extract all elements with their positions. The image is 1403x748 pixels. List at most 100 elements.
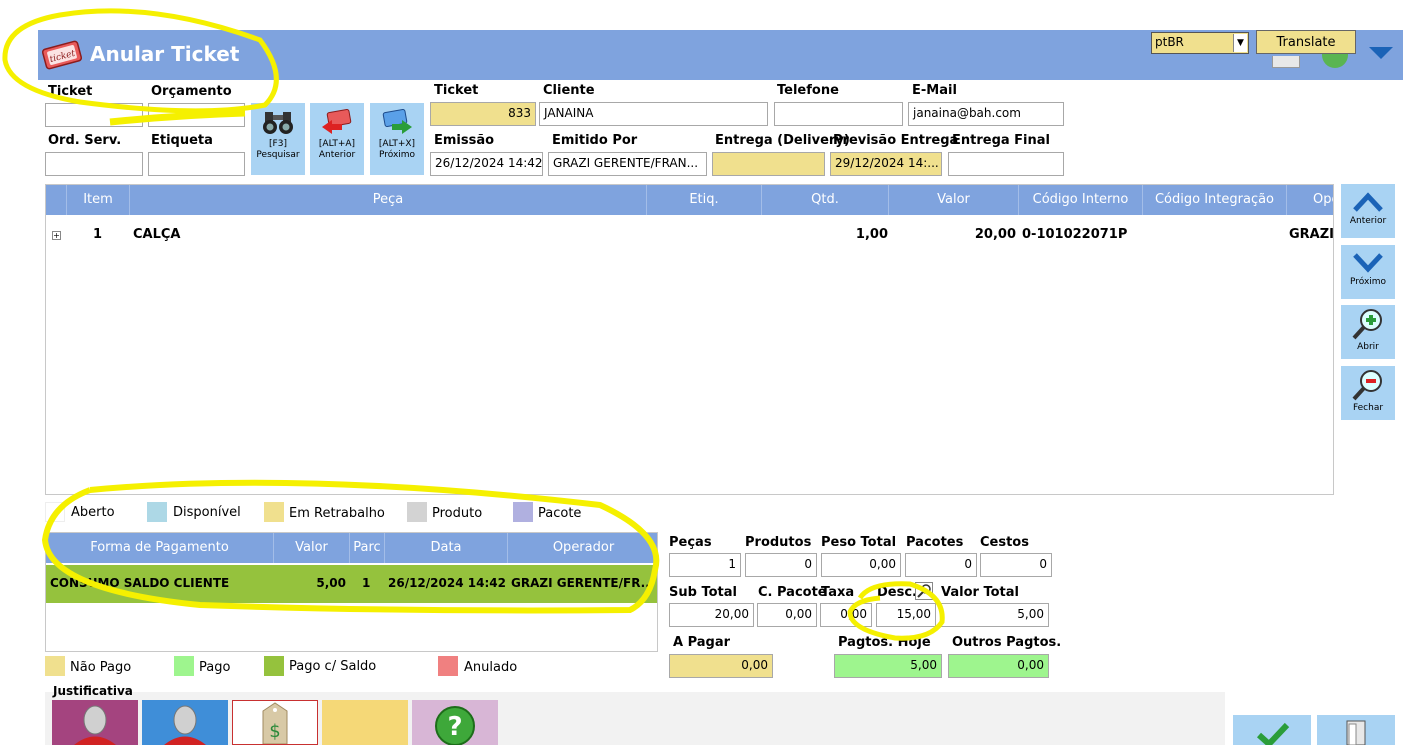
entrega-delivery-label: Entrega (Delivery) — [715, 133, 850, 148]
chevron-down-icon: ▼ — [1233, 34, 1247, 52]
payment-data: 26/12/2024 14:42 — [388, 576, 506, 590]
col-peca[interactable]: Peça — [129, 185, 646, 215]
anterior-item-label: Anterior — [1349, 216, 1387, 226]
page-title: Anular Ticket — [90, 42, 240, 66]
valor-total-label: Valor Total — [941, 585, 1019, 600]
proximo-item-button[interactable]: Próximo — [1341, 245, 1395, 299]
collapse-chevron-icon[interactable] — [1368, 45, 1394, 61]
entrega-final-label: Entrega Final — [952, 133, 1051, 148]
col-qtd[interactable]: Qtd. — [761, 185, 888, 215]
anterior-item-button[interactable]: Anterior — [1341, 184, 1395, 238]
table-row[interactable]: + 1 CALÇA 1,00 20,00 0-101022071P GRAZI — [46, 215, 1334, 255]
payments-grid-header: Forma de Pagamento Valor Parc Data Opera… — [46, 533, 657, 563]
language-value: ptBR — [1155, 35, 1184, 49]
legend-swatch-pago-saldo — [264, 656, 284, 676]
legend-nao-pago: Não Pago — [70, 660, 132, 675]
col-etiq[interactable]: Etiq. — [646, 185, 761, 215]
proximo-shortcut: [ALT+X] — [378, 139, 416, 149]
help-icon: ? — [435, 706, 475, 746]
ordserv-label: Ord. Serv. — [48, 133, 122, 148]
row-operador: GRAZI — [1289, 227, 1334, 242]
binoculars-icon — [263, 112, 293, 134]
legend-produto: Produto — [432, 506, 483, 521]
payments-grid[interactable]: Forma de Pagamento Valor Parc Data Opera… — [45, 532, 658, 652]
zoom-out-icon — [1352, 370, 1382, 401]
peso-total-field: 0,00 — [821, 553, 901, 577]
person-icon — [74, 705, 116, 745]
translate-label: Translate — [1276, 35, 1336, 50]
col-valor[interactable]: Valor — [888, 185, 1018, 215]
ticket-forward-icon — [382, 109, 412, 134]
justificativa-help-button[interactable]: ? — [412, 700, 498, 746]
print-icon[interactable] — [1272, 56, 1300, 68]
taxa-label: Taxa — [821, 585, 855, 600]
language-select[interactable]: ptBR ▼ — [1151, 32, 1249, 54]
row-item: 1 — [93, 227, 103, 242]
justificativa-yellow-button[interactable] — [322, 700, 408, 745]
justificativa-person-red-button[interactable] — [52, 700, 138, 745]
legend-swatch-pacote — [513, 502, 533, 522]
legend-pago-saldo: Pago c/ Saldo — [289, 659, 377, 674]
confirm-button[interactable] — [1233, 715, 1311, 748]
chevron-down-icon — [1353, 253, 1383, 273]
fechar-button[interactable]: Fechar — [1341, 366, 1395, 420]
anterior-ticket-button[interactable]: [ALT+A] Anterior — [310, 103, 364, 175]
ticket-label: Ticket — [434, 83, 479, 98]
payment-valor: 5,00 — [316, 576, 346, 590]
desconto-search-icon[interactable] — [915, 582, 933, 600]
payment-row[interactable]: CONSUMO SALDO CLIENTE 5,00 1 26/12/2024 … — [46, 565, 657, 603]
email-field[interactable]: janaina@bah.com — [908, 102, 1064, 126]
proximo-ticket-button[interactable]: [ALT+X] Próximo — [370, 103, 424, 175]
justificativa-price-tag-button[interactable]: $ — [232, 700, 318, 745]
items-grid[interactable]: Item Peça Etiq. Qtd. Valor Código Intern… — [45, 184, 1334, 495]
chevron-up-icon — [1353, 192, 1383, 212]
previsao-entrega-field[interactable]: 29/12/2024 14:... — [830, 152, 942, 176]
fechar-label: Fechar — [1352, 403, 1384, 413]
abrir-button[interactable]: Abrir — [1341, 305, 1395, 359]
emitido-por-label: Emitido Por — [552, 133, 638, 148]
justificativa-person-blue-button[interactable] — [142, 700, 228, 745]
col-forma-pagamento[interactable]: Forma de Pagamento — [46, 533, 273, 563]
legend-retrabalho: Em Retrabalho — [289, 506, 385, 521]
produtos-label: Produtos — [745, 535, 812, 550]
legend-swatch-disponivel — [147, 502, 167, 522]
col-operador[interactable]: Ope — [1286, 185, 1333, 215]
ticket-search-input[interactable] — [45, 103, 143, 127]
svg-text:?: ? — [447, 712, 462, 742]
abrir-label: Abrir — [1357, 342, 1379, 352]
col-codigo-interno[interactable]: Código Interno — [1018, 185, 1142, 215]
translate-button[interactable]: Translate — [1256, 30, 1356, 54]
payment-operador: GRAZI GERENTE/FR... — [511, 576, 655, 590]
col-item[interactable]: Item — [66, 185, 129, 215]
telefone-field[interactable] — [774, 102, 903, 126]
exit-button[interactable] — [1317, 715, 1395, 746]
col-parc[interactable]: Parc — [349, 533, 384, 563]
legend-swatch-aberto — [45, 502, 65, 522]
entrega-final-field[interactable] — [948, 152, 1064, 176]
col-pay-valor[interactable]: Valor — [273, 533, 349, 563]
etiqueta-input[interactable] — [148, 152, 245, 176]
ticket-icon: ticket — [41, 40, 83, 70]
pesquisar-button[interactable]: [F3] Pesquisar — [251, 103, 305, 175]
check-icon — [1256, 722, 1290, 748]
produtos-field: 0 — [745, 553, 817, 577]
ordserv-input[interactable] — [45, 152, 143, 176]
valor-total-field: 5,00 — [940, 603, 1049, 627]
pesquisar-label: Pesquisar — [256, 150, 300, 160]
col-operador-pay[interactable]: Operador — [507, 533, 657, 563]
col-data[interactable]: Data — [384, 533, 507, 563]
row-peca: CALÇA — [133, 227, 181, 242]
cliente-field[interactable]: JANAINA — [539, 102, 768, 126]
legend-swatch-anulado — [438, 656, 458, 676]
entrega-delivery-field[interactable] — [712, 152, 825, 176]
person-icon — [164, 705, 206, 745]
orcamento-input[interactable] — [148, 103, 245, 127]
cestos-label: Cestos — [980, 535, 1029, 550]
expand-icon[interactable]: + — [52, 231, 61, 240]
pagtos-hoje-label: Pagtos. Hoje — [838, 635, 931, 650]
desconto-label: Desc. — [877, 585, 917, 600]
anterior-label: Anterior — [318, 150, 356, 160]
legend-swatch-nao-pago — [45, 656, 65, 676]
col-codigo-integracao[interactable]: Código Integração — [1142, 185, 1286, 215]
desconto-field[interactable]: 15,00 — [876, 603, 936, 627]
